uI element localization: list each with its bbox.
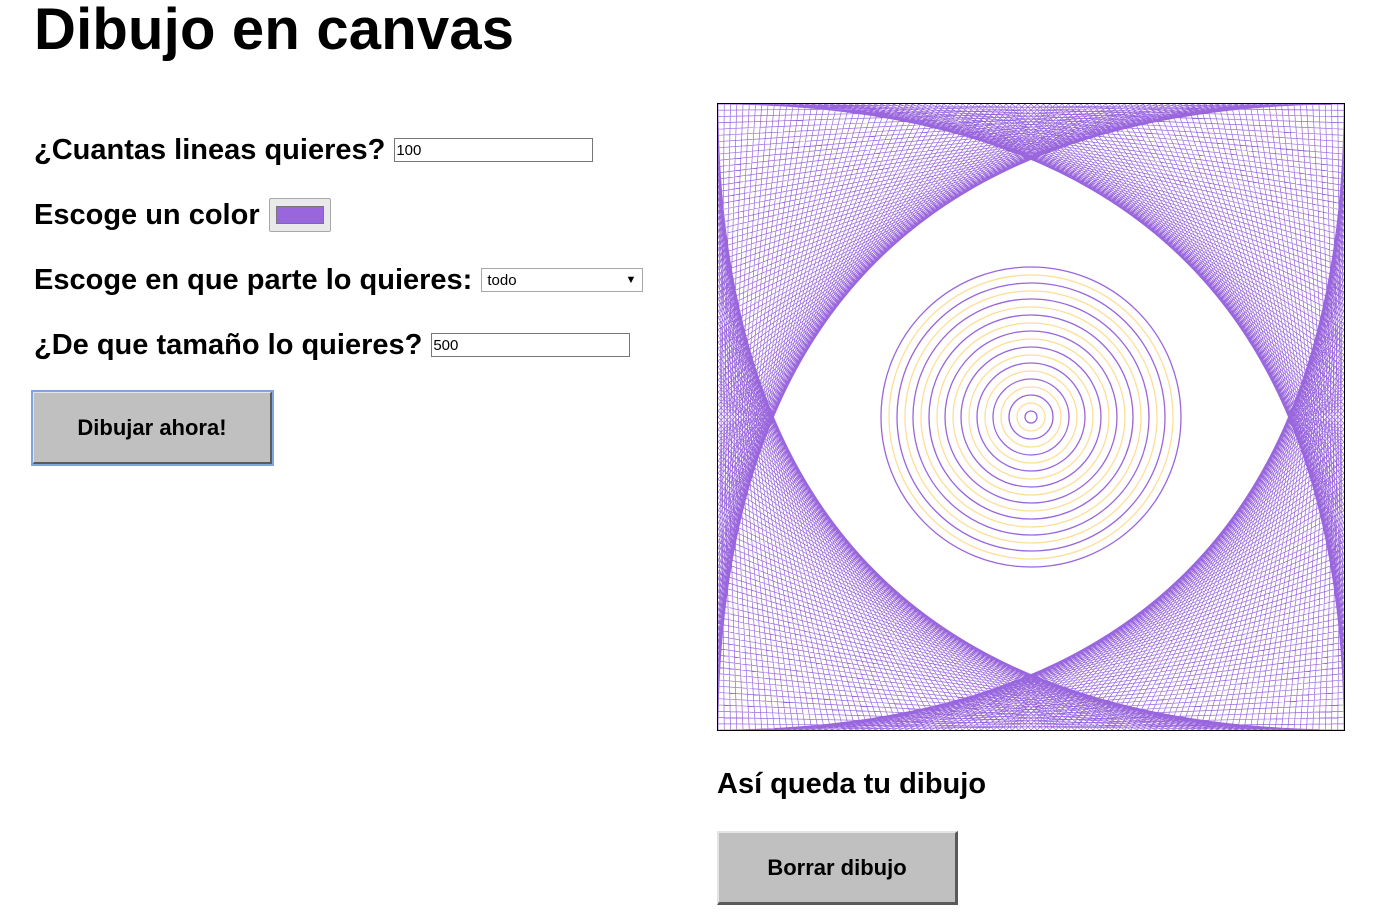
drawing-canvas[interactable]: [717, 103, 1345, 731]
ring: [960, 346, 1102, 488]
size-input[interactable]: [431, 333, 631, 357]
ring: [992, 378, 1070, 456]
ring: [880, 266, 1182, 568]
ring: [904, 290, 1158, 544]
size-row: ¿De que tamaño lo quieres?: [34, 325, 631, 365]
ring: [1016, 402, 1046, 432]
ring: [928, 314, 1134, 520]
lines-label: ¿Cuantas lineas quieres?: [34, 134, 386, 166]
ring: [920, 306, 1142, 528]
ring: [912, 298, 1150, 536]
lines-row: ¿Cuantas lineas quieres?: [34, 130, 594, 170]
lines-input[interactable]: [394, 138, 594, 162]
part-label: Escoge en que parte lo quieres:: [34, 264, 473, 296]
ring: [1024, 410, 1038, 424]
size-label: ¿De que tamaño lo quieres?: [34, 329, 423, 361]
ring: [944, 330, 1118, 504]
ring: [968, 354, 1094, 480]
part-row: Escoge en que parte lo quieres: todo ▼: [34, 260, 644, 300]
line-pattern: [718, 104, 1344, 730]
ring: [1008, 394, 1054, 440]
color-label: Escoge un color: [34, 199, 260, 231]
page-title: Dibujo en canvas: [34, 0, 515, 62]
drawing-caption: Así queda tu dibujo: [717, 768, 987, 800]
ring: [888, 274, 1174, 560]
part-select[interactable]: todo ▼: [481, 268, 644, 292]
color-swatch: [275, 206, 324, 224]
ring: [936, 322, 1126, 512]
chevron-down-icon: ▼: [625, 273, 637, 286]
color-row: Escoge un color: [34, 195, 331, 235]
color-picker[interactable]: [268, 198, 331, 232]
part-select-value: todo: [487, 271, 517, 289]
drawing-art: [718, 104, 1344, 730]
ring: [1000, 386, 1062, 448]
ring: [984, 370, 1078, 464]
draw-button[interactable]: Dibujar ahora!: [31, 390, 274, 466]
clear-button[interactable]: Borrar dibujo: [717, 831, 958, 905]
